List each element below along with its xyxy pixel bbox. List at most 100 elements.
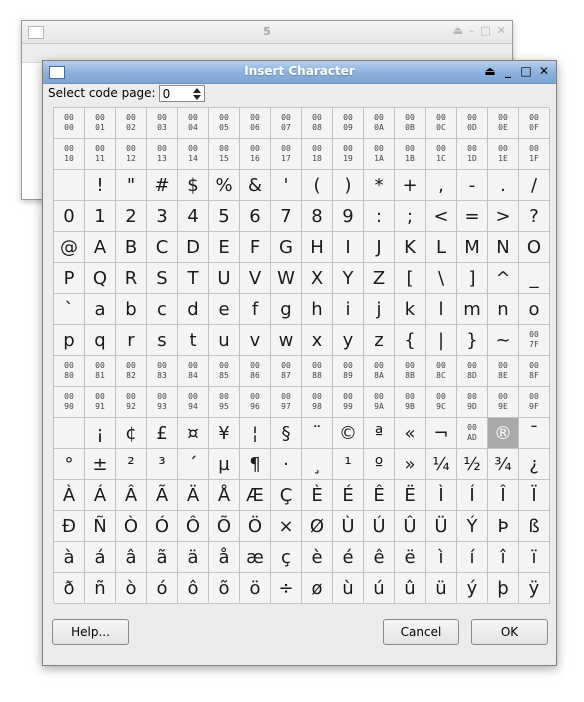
char-cell[interactable]: 00 9F — [519, 387, 550, 418]
char-cell[interactable]: 00 10 — [54, 139, 85, 170]
char-cell[interactable]: b — [116, 294, 147, 325]
char-cell[interactable]: ñ — [85, 573, 116, 604]
char-cell[interactable]: ú — [364, 573, 395, 604]
char-cell[interactable]: V — [240, 263, 271, 294]
char-cell[interactable]: Û — [395, 511, 426, 542]
char-cell[interactable]: 00 12 — [116, 139, 147, 170]
char-cell[interactable]: ¦ — [240, 418, 271, 449]
char-cell[interactable]: § — [271, 418, 302, 449]
char-cell[interactable]: Ç — [271, 480, 302, 511]
char-cell[interactable]: 00 02 — [116, 108, 147, 139]
char-cell[interactable]: { — [395, 325, 426, 356]
char-cell[interactable]: 00 0D — [457, 108, 488, 139]
char-cell[interactable]: 9 — [333, 201, 364, 232]
char-cell[interactable]: ® — [488, 418, 519, 449]
char-cell[interactable]: ^ — [488, 263, 519, 294]
char-cell[interactable]: / — [519, 170, 550, 201]
char-cell[interactable]: 00 0C — [426, 108, 457, 139]
char-cell[interactable]: Í — [457, 480, 488, 511]
help-button[interactable]: Help... — [52, 619, 129, 645]
char-cell[interactable]: ì — [426, 542, 457, 573]
char-cell[interactable]: 00 81 — [85, 356, 116, 387]
char-cell[interactable]: © — [333, 418, 364, 449]
char-cell[interactable]: Ï — [519, 480, 550, 511]
char-cell[interactable]: * — [364, 170, 395, 201]
char-cell[interactable]: Y — [333, 263, 364, 294]
char-cell[interactable]: ± — [85, 449, 116, 480]
char-cell[interactable]: 00 1C — [426, 139, 457, 170]
char-cell[interactable]: Á — [85, 480, 116, 511]
char-cell[interactable]: . — [488, 170, 519, 201]
char-cell[interactable]: Â — [116, 480, 147, 511]
char-cell[interactable]: 00 90 — [54, 387, 85, 418]
char-cell[interactable]: z — [364, 325, 395, 356]
char-cell[interactable]: à — [54, 542, 85, 573]
char-cell[interactable]: 00 98 — [302, 387, 333, 418]
char-cell[interactable]: 8 — [302, 201, 333, 232]
code-page-spinbox[interactable]: 0 — [158, 84, 205, 102]
char-cell[interactable]: > — [488, 201, 519, 232]
char-cell[interactable]: ! — [85, 170, 116, 201]
char-cell[interactable]: È — [302, 480, 333, 511]
char-cell[interactable]: % — [209, 170, 240, 201]
char-cell[interactable]: ù — [333, 573, 364, 604]
char-cell[interactable]: 7 — [271, 201, 302, 232]
char-cell[interactable]: 6 — [240, 201, 271, 232]
char-cell[interactable]: ç — [271, 542, 302, 573]
char-cell[interactable]: 00 8E — [488, 356, 519, 387]
char-cell[interactable]: S — [147, 263, 178, 294]
char-cell[interactable]: Ô — [178, 511, 209, 542]
char-cell[interactable]: õ — [209, 573, 240, 604]
char-cell[interactable]: ¬ — [426, 418, 457, 449]
char-cell[interactable]: q — [85, 325, 116, 356]
char-cell[interactable]: Ú — [364, 511, 395, 542]
char-cell[interactable]: 00 14 — [178, 139, 209, 170]
char-cell[interactable]: 00 8A — [364, 356, 395, 387]
char-cell[interactable]: 00 01 — [85, 108, 116, 139]
char-cell[interactable]: 00 9B — [395, 387, 426, 418]
char-cell[interactable]: = — [457, 201, 488, 232]
char-cell[interactable]: R — [116, 263, 147, 294]
char-cell[interactable]: 00 0A — [364, 108, 395, 139]
char-cell[interactable]: Q — [85, 263, 116, 294]
char-cell[interactable]: ¥ — [209, 418, 240, 449]
char-cell[interactable]: I — [333, 232, 364, 263]
char-cell[interactable]: Ü — [426, 511, 457, 542]
char-cell[interactable]: 00 0F — [519, 108, 550, 139]
char-cell[interactable]: ¢ — [116, 418, 147, 449]
char-cell[interactable]: 00 06 — [240, 108, 271, 139]
char-cell[interactable]: 00 83 — [147, 356, 178, 387]
char-cell[interactable]: K — [395, 232, 426, 263]
char-cell[interactable]: Ì — [426, 480, 457, 511]
char-cell[interactable]: ) — [333, 170, 364, 201]
char-cell[interactable]: H — [302, 232, 333, 263]
char-cell[interactable]: G — [271, 232, 302, 263]
char-cell[interactable]: c — [147, 294, 178, 325]
char-cell[interactable]: E — [209, 232, 240, 263]
char-cell[interactable]: 00 05 — [209, 108, 240, 139]
char-cell[interactable]: É — [333, 480, 364, 511]
dialog-titlebar[interactable]: Insert Character ⏏ _ □ ✕ — [43, 61, 556, 84]
char-cell[interactable]: 00 84 — [178, 356, 209, 387]
char-cell[interactable]: Õ — [209, 511, 240, 542]
char-cell[interactable]: æ — [240, 542, 271, 573]
char-cell[interactable]: 00 8B — [395, 356, 426, 387]
char-cell[interactable]: Þ — [488, 511, 519, 542]
char-cell[interactable]: p — [54, 325, 85, 356]
char-cell[interactable]: N — [488, 232, 519, 263]
char-cell[interactable]: Ë — [395, 480, 426, 511]
char-cell[interactable]: a — [85, 294, 116, 325]
char-cell[interactable]: O — [519, 232, 550, 263]
char-cell[interactable]: $ — [178, 170, 209, 201]
char-cell[interactable]: T — [178, 263, 209, 294]
char-cell[interactable]: ¯ — [519, 418, 550, 449]
char-cell[interactable]: 00 07 — [271, 108, 302, 139]
char-cell[interactable]: 00 92 — [116, 387, 147, 418]
code-page-value[interactable]: 0 — [163, 87, 171, 101]
char-cell[interactable]: ö — [240, 573, 271, 604]
char-cell[interactable]: ( — [302, 170, 333, 201]
char-cell[interactable]: Ó — [147, 511, 178, 542]
char-cell[interactable]: Ñ — [85, 511, 116, 542]
char-cell[interactable]: B — [116, 232, 147, 263]
char-cell[interactable]: h — [302, 294, 333, 325]
